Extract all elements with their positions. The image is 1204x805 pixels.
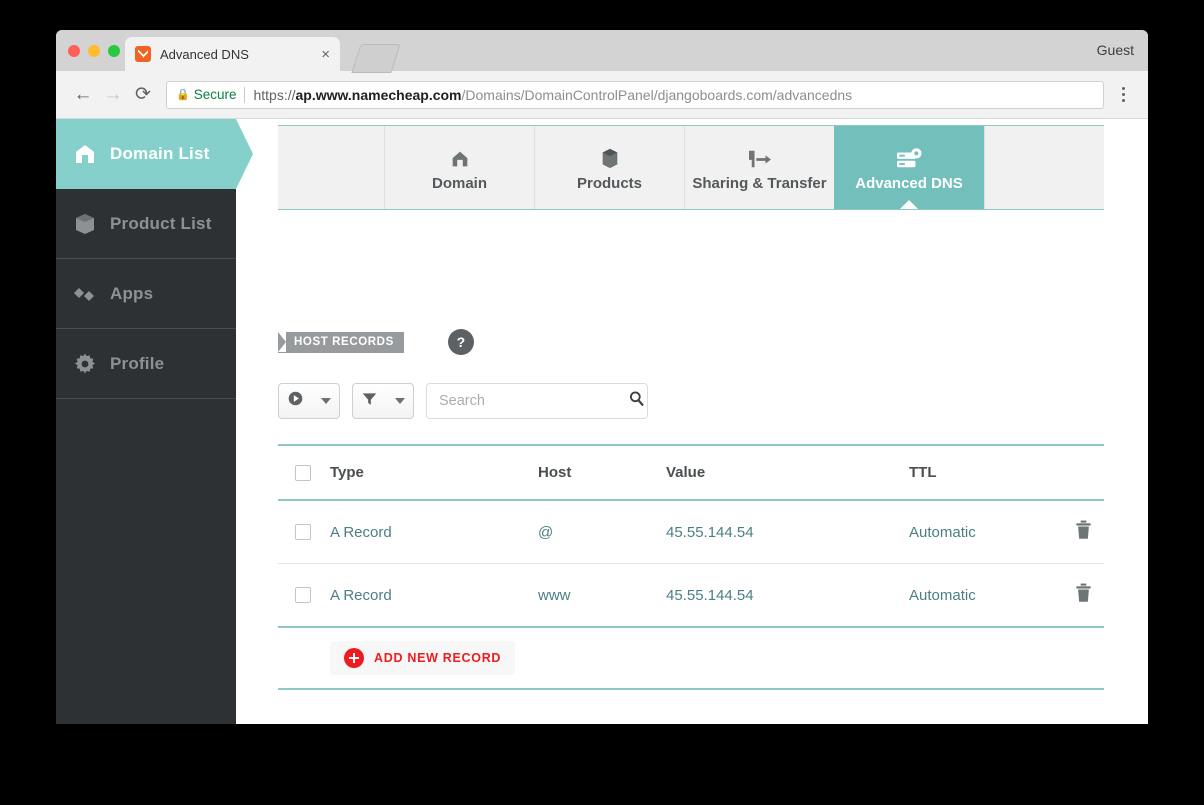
- sidebar-item-label: Product List: [110, 214, 212, 234]
- tab-label: Domain: [432, 175, 487, 192]
- home-icon: [449, 144, 471, 170]
- url-path: /Domains/DomainControlPanel/djangoboards…: [462, 87, 853, 103]
- help-icon[interactable]: ?: [448, 329, 474, 355]
- table-row[interactable]: A Record www 45.55.144.54 Automatic: [278, 564, 1104, 628]
- chevron-down-icon: [395, 398, 405, 404]
- back-icon[interactable]: ←: [68, 80, 98, 110]
- share-transfer-icon: [745, 144, 775, 170]
- records-toolbar: [278, 383, 648, 419]
- tab-bar-right-spacer: [984, 126, 1054, 209]
- tab-advanced-dns[interactable]: Advanced DNS: [834, 126, 984, 209]
- sidebar-item-product-list[interactable]: Product List: [56, 189, 236, 259]
- tab-label: Products: [577, 175, 642, 192]
- plus-icon: [344, 648, 364, 668]
- url-scheme: https://: [253, 87, 295, 103]
- add-new-record-button[interactable]: ADD NEW RECORD: [330, 641, 515, 675]
- sidebar-item-label: Apps: [110, 284, 153, 304]
- row-checkbox[interactable]: [295, 524, 311, 540]
- cell-ttl[interactable]: Automatic: [909, 587, 1069, 604]
- profile-label[interactable]: Guest: [1097, 42, 1134, 58]
- sidebar-item-domain-list[interactable]: Domain List: [56, 119, 236, 189]
- cell-value[interactable]: 45.55.144.54: [666, 587, 909, 604]
- row-checkbox[interactable]: [295, 587, 311, 603]
- search-input[interactable]: [437, 392, 628, 410]
- page-content: Domain List Product List Apps: [56, 119, 1148, 724]
- tab-domain[interactable]: Domain: [384, 126, 534, 209]
- apps-icon: [70, 279, 100, 309]
- box-icon: [599, 144, 621, 170]
- url-host: ap.www.namecheap.com: [296, 87, 462, 103]
- window-controls: [68, 45, 120, 57]
- close-tab-icon[interactable]: ×: [315, 47, 330, 62]
- sidebar-item-label: Domain List: [110, 144, 210, 164]
- cell-type[interactable]: A Record: [330, 524, 538, 541]
- browser-tab-strip: Advanced DNS × Guest: [56, 30, 1148, 71]
- trash-icon[interactable]: [1075, 520, 1092, 545]
- cell-type[interactable]: A Record: [330, 587, 538, 604]
- sidebar: Domain List Product List Apps: [56, 119, 236, 724]
- tab-sharing-transfer[interactable]: Sharing & Transfer: [684, 126, 834, 209]
- cell-host[interactable]: @: [538, 524, 666, 541]
- play-circle-icon: [287, 390, 304, 412]
- cell-actions: [1069, 583, 1104, 608]
- host-records-badge: HOST RECORDS: [278, 332, 404, 353]
- tab-label: Advanced DNS: [855, 175, 963, 192]
- column-header-type: Type: [330, 464, 538, 481]
- lock-icon: 🔒: [176, 88, 190, 101]
- secure-label: Secure: [194, 87, 237, 102]
- tab-bar-left-spacer: [278, 126, 384, 209]
- row-select-cell: [278, 524, 330, 540]
- reload-icon[interactable]: ⟳: [128, 80, 158, 110]
- add-new-record-label: ADD NEW RECORD: [374, 651, 501, 665]
- chevron-down-icon: [321, 398, 331, 404]
- select-all-cell: [278, 465, 330, 481]
- sidebar-item-profile[interactable]: Profile: [56, 329, 236, 399]
- sidebar-item-apps[interactable]: Apps: [56, 259, 236, 329]
- cell-actions: [1069, 520, 1104, 545]
- table-header-row: Type Host Value TTL: [278, 444, 1104, 501]
- close-window-button[interactable]: [68, 45, 80, 57]
- browser-tab-title: Advanced DNS: [160, 47, 315, 62]
- trash-icon[interactable]: [1075, 583, 1092, 608]
- select-all-checkbox[interactable]: [295, 465, 311, 481]
- search-box[interactable]: [426, 383, 648, 419]
- cell-host[interactable]: www: [538, 587, 666, 604]
- search-icon[interactable]: [628, 390, 645, 412]
- new-tab-button[interactable]: [351, 44, 400, 73]
- column-header-value: Value: [666, 464, 909, 481]
- domain-tab-bar: Domain Products Sharing & Tra: [278, 125, 1104, 210]
- browser-tab[interactable]: Advanced DNS ×: [125, 37, 340, 71]
- main-content: Domain Products Sharing & Tra: [278, 119, 1148, 724]
- add-record-row: ADD NEW RECORD: [278, 628, 1104, 690]
- row-select-cell: [278, 587, 330, 603]
- home-icon: [70, 139, 100, 169]
- box-icon: [70, 209, 100, 239]
- server-gear-icon: [894, 144, 924, 170]
- funnel-icon: [361, 390, 378, 412]
- cell-ttl[interactable]: Automatic: [909, 524, 1069, 541]
- address-bar[interactable]: 🔒 Secure https:// ap.www.namecheap.com /…: [166, 81, 1104, 109]
- maximize-window-button[interactable]: [108, 45, 120, 57]
- browser-menu-icon[interactable]: [1110, 87, 1136, 102]
- tab-label: Sharing & Transfer: [692, 175, 826, 192]
- browser-window: Advanced DNS × Guest ← → ⟳ 🔒 Secure http…: [56, 30, 1148, 724]
- forward-icon[interactable]: →: [98, 80, 128, 110]
- filter-dropdown[interactable]: [352, 383, 414, 419]
- host-records-heading: HOST RECORDS ?: [278, 329, 474, 355]
- browser-toolbar: ← → ⟳ 🔒 Secure https:// ap.www.namecheap…: [56, 71, 1148, 119]
- bulk-action-dropdown[interactable]: [278, 383, 340, 419]
- column-header-host: Host: [538, 464, 666, 481]
- tab-products[interactable]: Products: [534, 126, 684, 209]
- minimize-window-button[interactable]: [88, 45, 100, 57]
- omnibox-divider: [244, 87, 245, 103]
- sidebar-item-label: Profile: [110, 354, 164, 374]
- host-records-table: Type Host Value TTL A Record @ 45.55.144…: [278, 444, 1104, 690]
- gear-icon: [70, 349, 100, 379]
- cell-value[interactable]: 45.55.144.54: [666, 524, 909, 541]
- table-row[interactable]: A Record @ 45.55.144.54 Automatic: [278, 501, 1104, 564]
- column-header-ttl: TTL: [909, 464, 1069, 481]
- namecheap-favicon: [135, 46, 151, 62]
